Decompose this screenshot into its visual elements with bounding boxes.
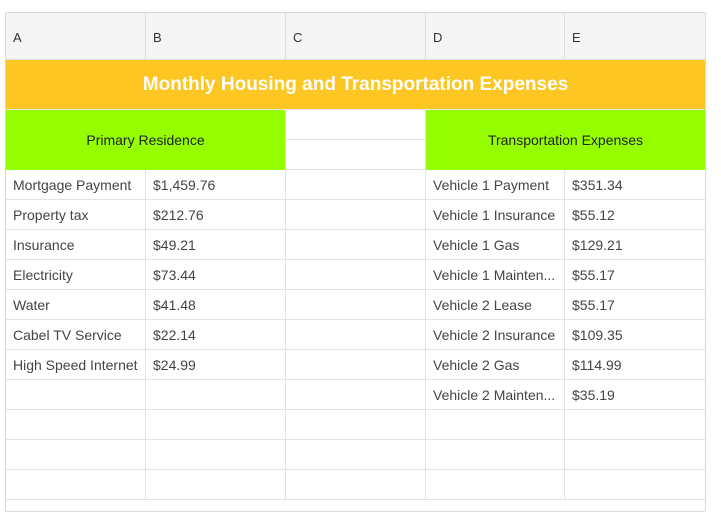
transport-amount-cell[interactable]: $351.34 [565,170,705,200]
empty-cell[interactable] [426,410,565,440]
empty-cell[interactable] [426,440,565,470]
empty-cell[interactable] [146,470,286,500]
transport-amount-cell[interactable]: $35.19 [565,380,705,410]
transport-item-cell[interactable]: Vehicle 1 Insurance [426,200,565,230]
housing-item-cell[interactable]: Water [6,290,146,320]
empty-cell[interactable] [286,410,426,440]
empty-cell[interactable] [286,290,426,320]
transport-amount-cell[interactable]: $55.17 [565,290,705,320]
empty-cell[interactable] [286,440,426,470]
transport-item-cell[interactable]: Vehicle 1 Mainten... [426,260,565,290]
transport-item-cell[interactable]: Vehicle 2 Lease [426,290,565,320]
empty-cell[interactable] [146,380,286,410]
transport-item-cell[interactable]: Vehicle 2 Insurance [426,320,565,350]
empty-cell[interactable] [286,170,426,200]
column-header-e[interactable]: E [565,13,705,60]
transport-amount-cell[interactable]: $109.35 [565,320,705,350]
transport-item-cell[interactable]: Vehicle 1 Payment [426,170,565,200]
empty-cell[interactable] [146,410,286,440]
column-header-d[interactable]: D [426,13,565,60]
transport-item-cell[interactable]: Vehicle 2 Mainten... [426,380,565,410]
empty-cell[interactable] [565,470,705,500]
housing-amount-cell[interactable]: $73.44 [146,260,286,290]
transport-amount-cell[interactable]: $55.17 [565,260,705,290]
transport-item-cell[interactable]: Vehicle 2 Gas [426,350,565,380]
empty-cell[interactable] [426,470,565,500]
empty-cell[interactable] [286,230,426,260]
transport-amount-cell[interactable]: $55.12 [565,200,705,230]
empty-cell[interactable] [286,320,426,350]
empty-cell[interactable] [6,410,146,440]
column-header-c[interactable]: C [286,13,426,60]
housing-amount-cell[interactable]: $41.48 [146,290,286,320]
housing-amount-cell[interactable]: $24.99 [146,350,286,380]
housing-item-cell[interactable]: Property tax [6,200,146,230]
housing-item-cell[interactable]: Insurance [6,230,146,260]
empty-cell[interactable] [6,380,146,410]
empty-cell[interactable] [286,260,426,290]
empty-cell[interactable] [565,410,705,440]
empty-cell[interactable] [286,140,426,170]
empty-cell[interactable] [286,350,426,380]
housing-amount-cell[interactable]: $49.21 [146,230,286,260]
housing-amount-cell[interactable]: $212.76 [146,200,286,230]
empty-cell[interactable] [286,470,426,500]
primary-residence-header[interactable]: Primary Residence [6,110,286,170]
transportation-header[interactable]: Transportation Expenses [426,110,705,170]
housing-item-cell[interactable]: Mortgage Payment [6,170,146,200]
column-header-b[interactable]: B [146,13,286,60]
spreadsheet-grid: A B C D E Monthly Housing and Transporta… [5,12,706,512]
column-header-a[interactable]: A [6,13,146,60]
housing-item-cell[interactable]: Cabel TV Service [6,320,146,350]
housing-item-cell[interactable]: High Speed Internet [6,350,146,380]
empty-cell[interactable] [286,200,426,230]
empty-cell[interactable] [286,380,426,410]
housing-amount-cell[interactable]: $1,459.76 [146,170,286,200]
transport-amount-cell[interactable]: $114.99 [565,350,705,380]
empty-cell[interactable] [6,470,146,500]
housing-item-cell[interactable]: Electricity [6,260,146,290]
empty-cell[interactable] [565,440,705,470]
empty-cell[interactable] [286,110,426,140]
housing-amount-cell[interactable]: $22.14 [146,320,286,350]
empty-cell[interactable] [6,440,146,470]
sheet-title-cell[interactable]: Monthly Housing and Transportation Expen… [6,60,705,110]
transport-item-cell[interactable]: Vehicle 1 Gas [426,230,565,260]
empty-cell[interactable] [146,440,286,470]
transport-amount-cell[interactable]: $129.21 [565,230,705,260]
